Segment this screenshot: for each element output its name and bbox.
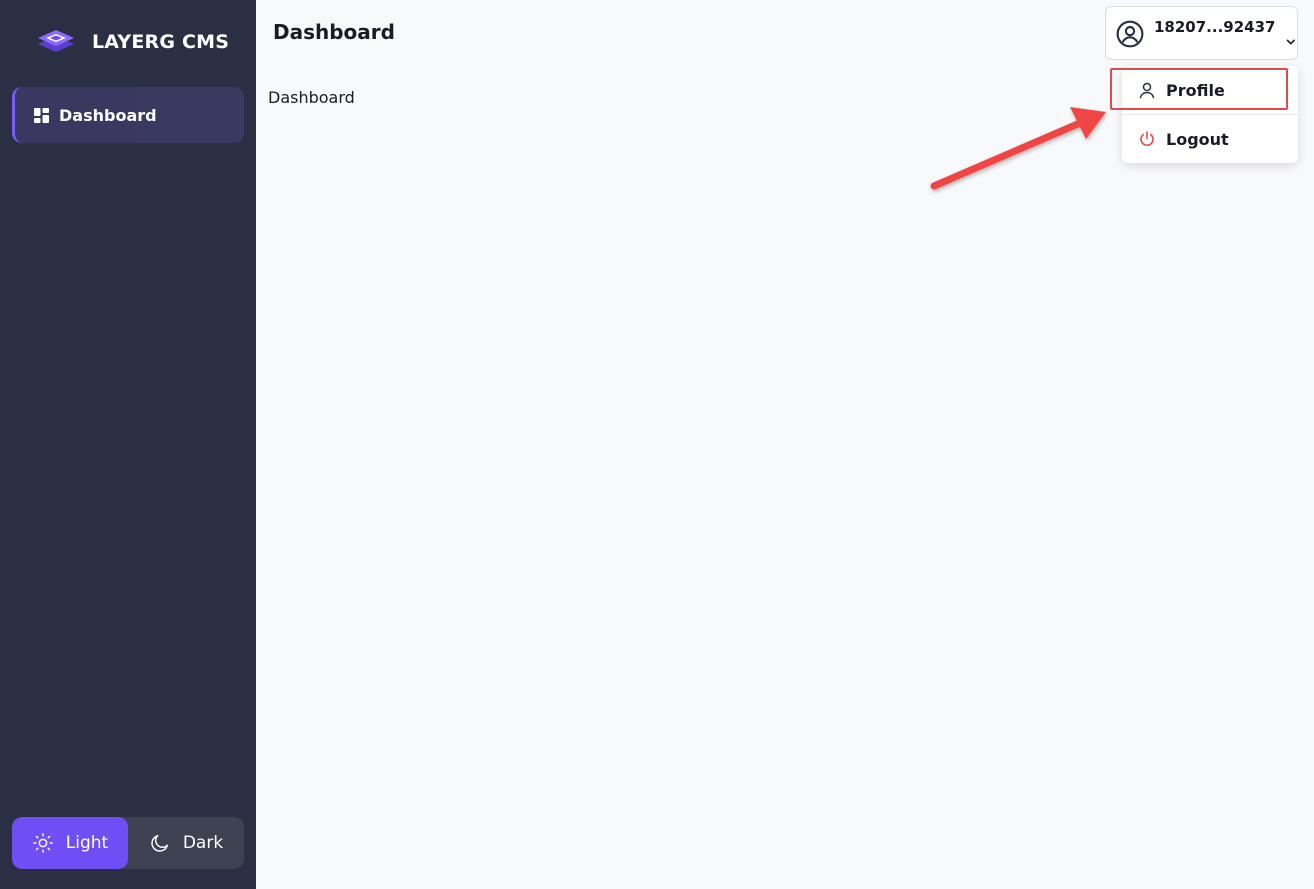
user-dropdown-menu: Profile Logout xyxy=(1122,66,1298,163)
layerg-logo-icon xyxy=(38,30,74,52)
menu-item-label: Profile xyxy=(1166,80,1225,100)
moon-icon xyxy=(151,834,168,852)
chevron-down-icon xyxy=(1287,39,1296,45)
user-icon xyxy=(1139,82,1155,99)
sidebar-item-dashboard[interactable]: Dashboard xyxy=(12,87,244,143)
user-avatar-icon xyxy=(1116,20,1144,48)
theme-dark-label: Dark xyxy=(182,833,224,853)
sun-icon xyxy=(32,833,53,853)
brand[interactable]: LAYERG CMS xyxy=(36,24,229,60)
dashboard-grid-icon xyxy=(34,107,49,123)
theme-light-button[interactable]: Light xyxy=(12,817,128,869)
sidebar-item-label: Dashboard xyxy=(59,105,157,125)
theme-light-label: Light xyxy=(65,833,109,853)
content-label: Dashboard xyxy=(268,88,355,107)
theme-dark-button[interactable]: Dark xyxy=(128,817,244,869)
menu-item-profile[interactable]: Profile xyxy=(1122,66,1298,114)
annotation-arrow-icon xyxy=(930,107,1106,190)
user-menu-button[interactable]: 18207...92437 xyxy=(1105,6,1298,60)
user-account-id: 18207...92437 xyxy=(1154,18,1276,36)
page-title: Dashboard xyxy=(273,20,395,44)
sidebar: LAYERG CMS Dashboard Light Dark xyxy=(0,0,256,889)
menu-item-logout[interactable]: Logout xyxy=(1122,115,1298,163)
brand-name: LAYERG CMS xyxy=(92,31,230,53)
menu-item-label: Logout xyxy=(1166,129,1229,149)
theme-toggle: Light Dark xyxy=(12,817,244,869)
power-icon xyxy=(1140,131,1154,146)
